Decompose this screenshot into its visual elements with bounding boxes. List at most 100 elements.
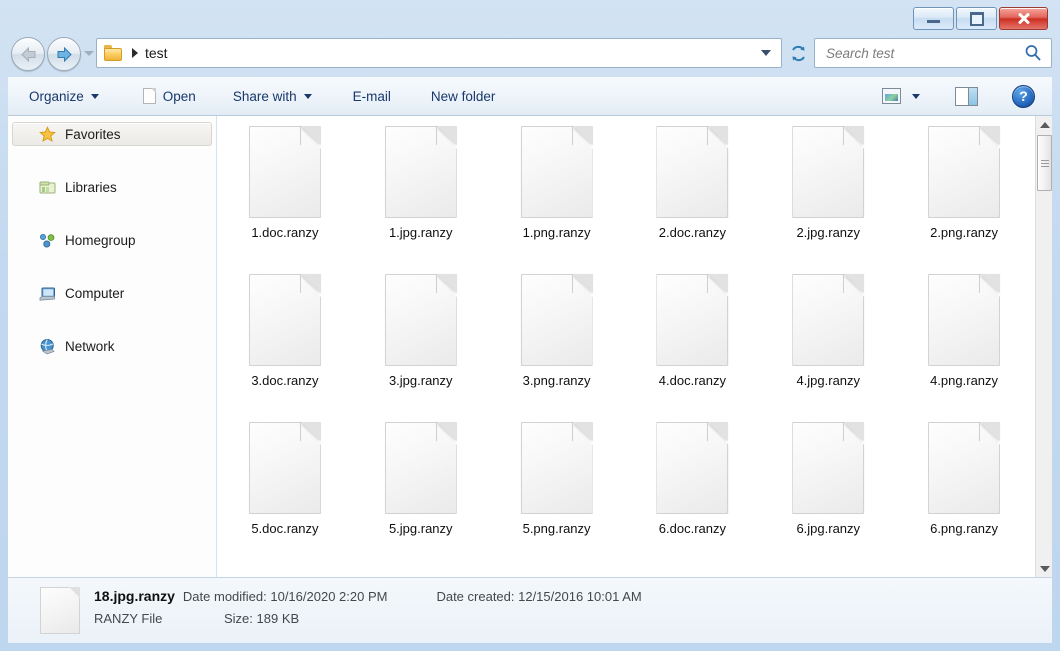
recent-pages-button[interactable] [84, 51, 94, 56]
file-item[interactable]: 6.doc.ranzy [624, 418, 760, 566]
sidebar-item-homegroup[interactable]: Homegroup [12, 228, 212, 252]
file-name-label: 2.jpg.ranzy [796, 225, 861, 240]
file-document-icon [792, 126, 865, 218]
folder-icon [104, 45, 123, 61]
file-item[interactable]: 3.jpg.ranzy [353, 270, 489, 418]
search-input[interactable] [824, 44, 1023, 62]
file-document-icon [792, 274, 865, 366]
scroll-down-button[interactable] [1036, 560, 1052, 577]
grip-icon [1040, 158, 1049, 169]
organize-button[interactable]: Organize [20, 83, 108, 109]
file-item[interactable]: 4.jpg.ranzy [760, 270, 896, 418]
file-name-label: 6.png.ranzy [930, 521, 999, 536]
maximize-button[interactable] [956, 7, 997, 30]
status-file-type: RANZY File [94, 610, 163, 626]
file-name-label: 5.doc.ranzy [251, 521, 319, 536]
maximize-icon [969, 11, 984, 26]
scroll-up-button[interactable] [1036, 116, 1052, 133]
close-icon [1017, 12, 1030, 25]
file-name-label: 2.doc.ranzy [658, 225, 726, 240]
file-document-icon [656, 274, 729, 366]
sidebar-item-network[interactable]: Network [12, 334, 212, 358]
file-item[interactable]: 6.png.ranzy [896, 418, 1032, 566]
forward-button[interactable] [47, 37, 81, 71]
chevron-down-icon [303, 93, 312, 99]
organize-label: Organize [29, 88, 84, 104]
status-date-created: Date created: 12/15/2016 10:01 AM [436, 588, 642, 604]
minimize-icon [927, 20, 940, 23]
status-date-modified: Date modified: 10/16/2020 2:20 PM [182, 588, 388, 604]
back-button[interactable] [11, 37, 45, 71]
file-name-label: 3.png.ranzy [522, 373, 591, 388]
sidebar-item-computer[interactable]: Computer [12, 281, 212, 305]
status-file-icon [40, 587, 80, 634]
file-item[interactable]: 2.jpg.ranzy [760, 122, 896, 270]
star-icon [39, 125, 56, 143]
change-view-button[interactable] [873, 83, 929, 109]
email-button[interactable]: E-mail [344, 83, 400, 109]
file-item[interactable]: 5.png.ranzy [489, 418, 625, 566]
computer-icon [39, 285, 56, 302]
minimize-button[interactable] [913, 7, 954, 30]
file-name-label: 4.doc.ranzy [658, 373, 726, 388]
vertical-scrollbar[interactable] [1035, 116, 1052, 577]
scrollbar-thumb[interactable] [1037, 135, 1052, 191]
sidebar-item-label: Libraries [65, 179, 117, 195]
file-document-icon [384, 422, 457, 514]
address-bar[interactable]: test [96, 38, 782, 68]
file-item[interactable]: 2.png.ranzy [896, 122, 1032, 270]
file-item[interactable]: 5.jpg.ranzy [353, 418, 489, 566]
file-item[interactable]: 6.jpg.ranzy [760, 418, 896, 566]
file-item[interactable]: 4.png.ranzy [896, 270, 1032, 418]
help-button[interactable]: ? [1003, 83, 1044, 109]
sidebar-item-label: Computer [65, 285, 125, 301]
share-with-button[interactable]: Share with [224, 83, 321, 109]
file-name-label: 5.jpg.ranzy [388, 521, 453, 536]
search-box[interactable] [814, 38, 1052, 68]
change-view-icon [882, 88, 901, 104]
sidebar-item-favorites[interactable]: Favorites [12, 122, 212, 146]
file-item[interactable]: 1.jpg.ranzy [353, 122, 489, 270]
file-document-icon [656, 126, 729, 218]
window-controls [913, 7, 1048, 30]
file-name-label: 4.png.ranzy [930, 373, 999, 388]
status-row-secondary: RANZY File Size: 189 KB [94, 611, 642, 634]
file-document-icon [384, 126, 457, 218]
address-dropdown-icon[interactable] [761, 50, 771, 56]
chevron-up-icon [1039, 121, 1050, 128]
file-name-label: 4.jpg.ranzy [796, 373, 861, 388]
new-folder-label: New folder [430, 88, 496, 104]
file-document-icon [928, 274, 1001, 366]
file-document-icon [928, 422, 1001, 514]
file-item[interactable]: 3.doc.ranzy [217, 270, 353, 418]
file-item[interactable]: 2.doc.ranzy [624, 122, 760, 270]
file-item[interactable]: 1.png.ranzy [489, 122, 625, 270]
breadcrumb-path[interactable]: test [145, 45, 168, 61]
help-icon: ? [1012, 84, 1035, 108]
status-bar: 18.jpg.ranzy Date modified: 10/16/2020 2… [8, 577, 1052, 643]
file-name-label: 3.doc.ranzy [251, 373, 319, 388]
refresh-button[interactable] [785, 38, 811, 68]
open-button[interactable]: Open [134, 83, 205, 109]
status-file-size: Size: 189 KB [224, 610, 300, 626]
sidebar-item-libraries[interactable]: Libraries [12, 175, 212, 199]
file-grid: 1.doc.ranzy 1.jpg.ranzy 1.png.ranzy 2.doc.r… [217, 116, 1032, 577]
file-item[interactable]: 1.doc.ranzy [217, 122, 353, 270]
file-item[interactable]: 3.png.ranzy [489, 270, 625, 418]
sidebar-item-label: Homegroup [65, 232, 136, 248]
preview-pane-button[interactable] [946, 83, 987, 109]
search-icon[interactable] [1024, 44, 1042, 62]
open-label: Open [162, 88, 196, 104]
new-folder-button[interactable]: New folder [422, 83, 505, 109]
forward-arrow-icon [57, 46, 72, 62]
chevron-down-icon [90, 93, 99, 99]
close-button[interactable] [999, 7, 1048, 30]
breadcrumb-separator-icon[interactable] [132, 48, 138, 58]
file-document-icon [520, 422, 593, 514]
file-item[interactable]: 4.doc.ranzy [624, 270, 760, 418]
preview-pane-icon [955, 86, 978, 106]
file-document-icon [248, 422, 321, 514]
file-list-pane[interactable]: 1.doc.ranzy 1.jpg.ranzy 1.png.ranzy 2.doc.r… [217, 116, 1052, 577]
sidebar-item-label: Favorites [65, 126, 121, 142]
file-item[interactable]: 5.doc.ranzy [217, 418, 353, 566]
